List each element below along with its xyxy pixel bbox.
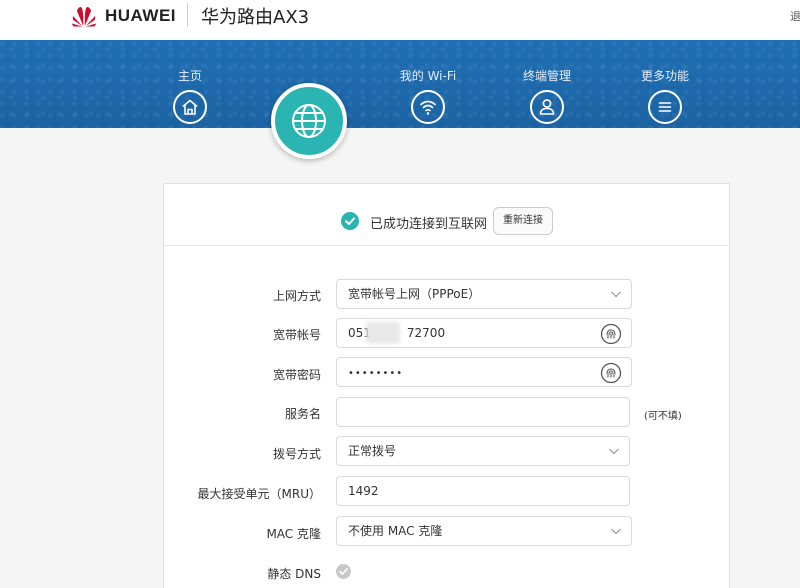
dial-select[interactable]: 正常拨号 bbox=[336, 436, 630, 466]
mode-value: 宽带帐号上网（PPPoE） bbox=[348, 287, 481, 301]
chevron-down-icon bbox=[611, 291, 621, 298]
chevron-down-icon bbox=[611, 528, 621, 535]
nav-item-devices[interactable]: 终端管理 bbox=[497, 40, 597, 124]
wifi-icon bbox=[411, 90, 445, 124]
password-label: 宽带密码 bbox=[272, 368, 321, 382]
nav-item-more[interactable]: 更多功能 bbox=[615, 40, 715, 124]
service-input[interactable] bbox=[336, 397, 630, 427]
dial-label: 拨号方式 bbox=[272, 447, 321, 461]
nav-label-devices: 终端管理 bbox=[522, 69, 571, 83]
logout-link[interactable]: 退 bbox=[790, 8, 800, 24]
password-input[interactable]: •••••••• bbox=[336, 357, 632, 387]
top-bar: HUAWEI 华为路由AX3 退 bbox=[0, 0, 800, 40]
password-value: •••••••• bbox=[348, 368, 404, 379]
reconnect-button[interactable]: 重新连接 bbox=[493, 207, 553, 235]
connection-status-row: 已成功连接到互联网 重新连接 bbox=[164, 184, 729, 246]
product-title: 华为路由AX3 bbox=[201, 7, 310, 28]
mru-input[interactable]: 1492 bbox=[336, 476, 630, 506]
password-manager-icon[interactable] bbox=[600, 362, 622, 384]
nav-label-more: 更多功能 bbox=[640, 69, 689, 83]
connection-status-text: 已成功连接到互联网 bbox=[370, 217, 488, 232]
redaction-blur bbox=[366, 322, 400, 344]
password-manager-icon[interactable] bbox=[600, 323, 622, 345]
globe-icon bbox=[292, 104, 326, 138]
user-icon bbox=[530, 90, 564, 124]
mac-label: MAC 克隆 bbox=[266, 527, 321, 541]
mac-value: 不使用 MAC 克隆 bbox=[348, 524, 443, 538]
brand-name: HUAWEI bbox=[105, 6, 176, 25]
home-icon bbox=[173, 90, 207, 124]
dial-value: 正常拨号 bbox=[348, 444, 397, 458]
account-label: 宽带帐号 bbox=[272, 328, 321, 342]
nav-item-wifi[interactable]: 我的 Wi-Fi bbox=[378, 40, 478, 124]
chevron-down-icon bbox=[609, 448, 619, 455]
dns-label: 静态 DNS bbox=[267, 567, 321, 581]
menu-icon bbox=[648, 90, 682, 124]
service-label: 服务名 bbox=[284, 407, 321, 421]
huawei-logo-icon bbox=[72, 7, 96, 27]
nav-item-internet[interactable] bbox=[271, 83, 347, 159]
mode-select[interactable]: 宽带帐号上网（PPPoE） bbox=[336, 279, 632, 309]
mac-select[interactable]: 不使用 MAC 克隆 bbox=[336, 516, 632, 546]
brand-divider bbox=[187, 3, 188, 27]
nav-label-home: 主页 bbox=[177, 69, 202, 83]
check-icon bbox=[341, 212, 359, 230]
mode-label: 上网方式 bbox=[272, 289, 321, 303]
nav-label-wifi: 我的 Wi-Fi bbox=[399, 69, 457, 83]
account-input[interactable]: 051 72700 bbox=[336, 318, 632, 348]
account-value-suffix: 72700 bbox=[406, 326, 446, 340]
nav-item-home[interactable]: 主页 bbox=[140, 40, 240, 124]
mru-label: 最大接受单元（MRU） bbox=[197, 487, 321, 501]
service-hint: (可不填) bbox=[644, 411, 682, 422]
mru-value: 1492 bbox=[348, 484, 379, 498]
main-nav: 主页 我的 Wi-Fi 终端管理 更多功能 我要上网 bbox=[0, 40, 800, 128]
dns-checkbox[interactable] bbox=[336, 564, 351, 579]
internet-settings-panel: 已成功连接到互联网 重新连接 上网方式 宽带帐号上网（PPPoE） 宽带帐号 0… bbox=[163, 183, 730, 588]
